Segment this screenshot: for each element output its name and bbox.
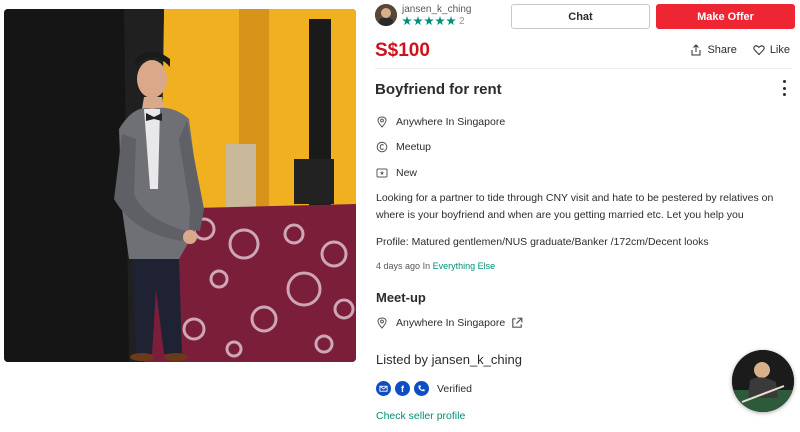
- listing-photo-image: [4, 9, 356, 362]
- share-icon: [691, 44, 701, 56]
- meetup-location-text: Anywhere In Singapore: [396, 317, 506, 329]
- listing-profile-line: Profile: Matured gentlemen/NUS graduate/…: [376, 236, 709, 248]
- floating-chat-avatar[interactable]: [732, 350, 794, 412]
- seller-header[interactable]: jansen_k_ching 2: [375, 3, 472, 27]
- seller-username[interactable]: jansen_k_ching: [402, 4, 472, 15]
- phone-icon: [414, 381, 429, 396]
- listing-actions: Share Like: [690, 44, 790, 56]
- check-seller-profile-link[interactable]: Check seller profile: [376, 410, 465, 422]
- chat-button[interactable]: Chat: [511, 4, 650, 29]
- email-icon: [376, 381, 391, 396]
- seller-avatar[interactable]: [375, 4, 397, 26]
- star-icon: [402, 16, 412, 26]
- category-link[interactable]: Everything Else: [433, 261, 496, 271]
- listing-description: Looking for a partner to tide through CN…: [376, 192, 774, 221]
- listing-title: Boyfriend for rent: [375, 81, 502, 98]
- meetup-location[interactable]: Anywhere In Singapore: [376, 315, 531, 331]
- make-offer-button[interactable]: Make Offer: [656, 4, 795, 29]
- location-pin-icon: [377, 317, 387, 329]
- star-icon: [424, 16, 434, 26]
- external-link-icon[interactable]: [511, 317, 523, 329]
- listing-price: S$100: [375, 40, 430, 61]
- posted-time: 4 days ago: [376, 261, 421, 271]
- facebook-icon: f: [395, 381, 410, 396]
- more-vertical-icon[interactable]: [778, 80, 790, 96]
- posted-in-label: In: [422, 261, 431, 271]
- listing-photo[interactable]: [4, 9, 356, 362]
- location-pin-icon: [377, 116, 387, 128]
- deal-method-text: Meetup: [396, 141, 432, 153]
- verified-label: Verified: [437, 382, 473, 395]
- listed-by: Listed by jansen_k_ching: [376, 352, 522, 367]
- location-text: Anywhere In Singapore: [396, 116, 506, 128]
- detail-condition: New: [376, 165, 417, 181]
- detail-location: Anywhere In Singapore: [376, 114, 505, 130]
- like-label: Like: [769, 44, 790, 56]
- share-label: Share: [707, 44, 737, 56]
- condition-tag-icon: [376, 168, 388, 178]
- detail-deal-method: Meetup: [376, 139, 431, 155]
- share-button[interactable]: Share: [690, 44, 737, 56]
- star-icon: [413, 16, 423, 26]
- meetup-icon: [376, 141, 388, 153]
- heart-icon: [753, 45, 765, 56]
- star-icon: [435, 16, 445, 26]
- condition-text: New: [396, 167, 418, 179]
- meetup-heading: Meet-up: [376, 290, 426, 305]
- review-count: 2: [459, 15, 465, 27]
- like-button[interactable]: Like: [753, 44, 790, 56]
- divider: [375, 68, 792, 69]
- star-icon: [446, 16, 456, 26]
- verification-row: f Verified: [376, 381, 472, 396]
- seller-rating: 2: [402, 16, 472, 27]
- posted-info: 4 days ago In Everything Else: [376, 261, 495, 271]
